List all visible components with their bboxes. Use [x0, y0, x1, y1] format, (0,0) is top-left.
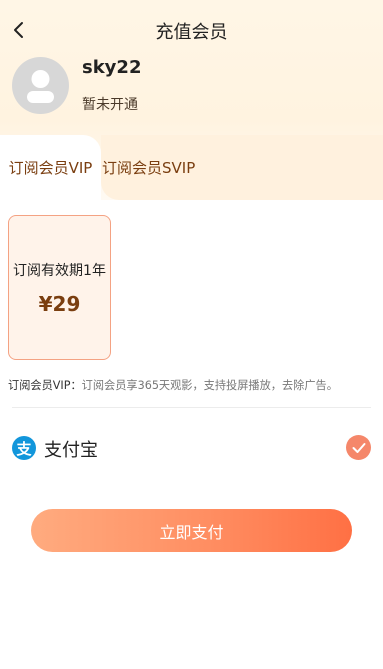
membership-tabs: 订阅会员VIP 订阅会员SVIP — [0, 135, 383, 200]
user-icon — [27, 70, 54, 103]
pay-now-button[interactable]: 立即支付 — [31, 509, 352, 552]
plan-description-text: 订阅会员享365天观影，支持投屏播放，去除广告。 — [81, 379, 338, 392]
tab-svip-label: 订阅会员SVIP — [102, 159, 196, 177]
nav-bar: 充值会员 — [0, 0, 383, 60]
checkmark-icon[interactable] — [346, 435, 371, 460]
alipay-icon: 支 — [12, 436, 36, 460]
tab-svip[interactable]: 订阅会员SVIP — [101, 135, 383, 200]
page-title: 充值会员 — [155, 22, 228, 43]
plan-description: 订阅会员VIP：订阅会员享365天观影，支持投屏播放，去除广告。 — [8, 377, 338, 393]
plan-card[interactable]: 订阅有效期1年 ¥29 — [8, 215, 111, 360]
username: sky22 — [82, 57, 142, 78]
payment-method-label: 支付宝 — [44, 440, 98, 461]
tab-vip[interactable]: 订阅会员VIP — [0, 135, 101, 200]
payment-option-alipay[interactable]: 支 支付宝 — [12, 430, 371, 466]
divider — [12, 407, 371, 408]
plan-description-label: 订阅会员VIP： — [8, 379, 82, 392]
plan-price: ¥29 — [38, 291, 81, 316]
check-mark — [352, 442, 365, 453]
avatar[interactable] — [12, 57, 69, 114]
plan-duration: 订阅有效期1年 — [13, 262, 106, 279]
membership-status: 暂未开通 — [82, 97, 138, 113]
tab-vip-label: 订阅会员VIP — [8, 159, 93, 177]
